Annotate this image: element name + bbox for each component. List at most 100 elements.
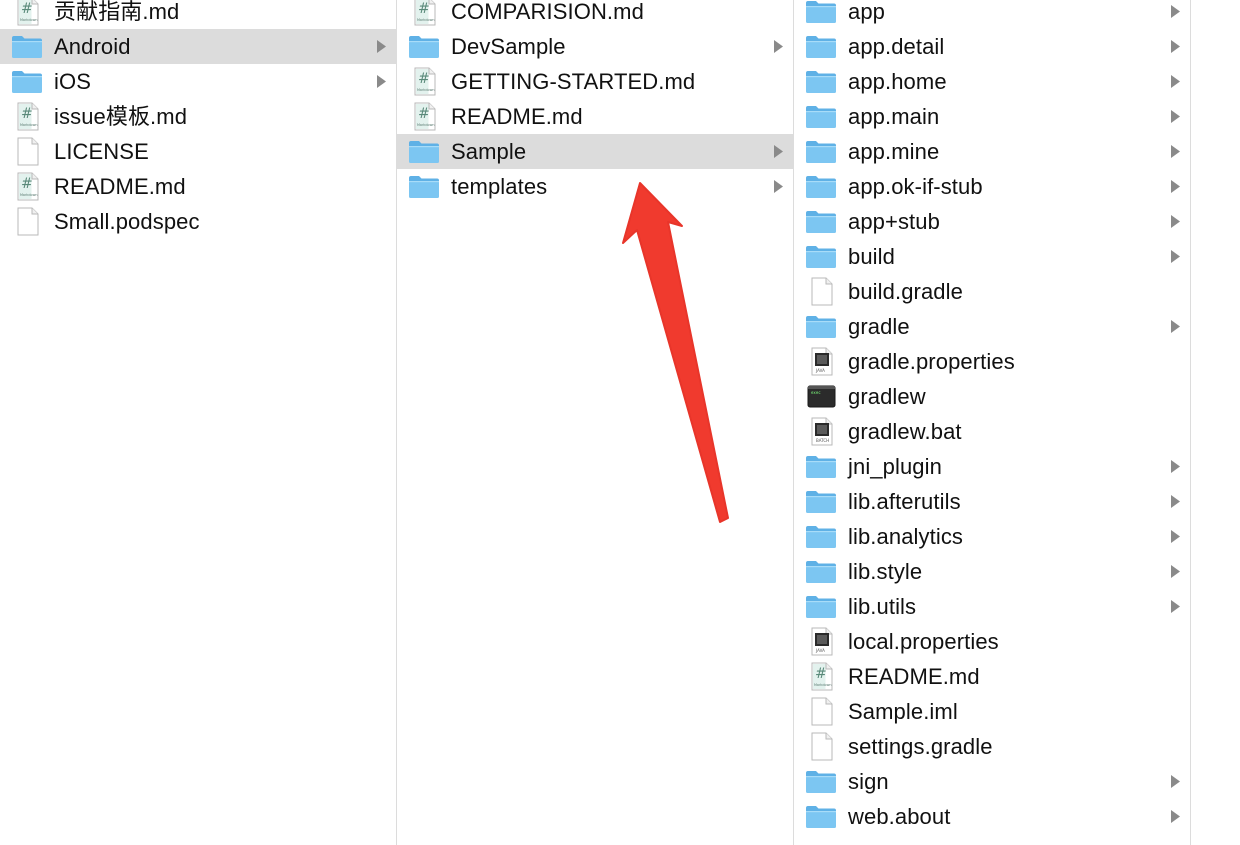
markdown-file-icon: # Markdown xyxy=(407,0,441,29)
item-name: GETTING-STARTED.md xyxy=(451,69,696,94)
column-3[interactable]: app app.detail app.home app.main app.mine app… xyxy=(794,0,1191,845)
chevron-right-icon[interactable] xyxy=(771,169,785,204)
item-name: DevSample xyxy=(451,34,566,59)
item-name: app.home xyxy=(848,69,947,94)
column-1[interactable]: # Markdown 贡献指南.md Android iOS # Markdown issue… xyxy=(0,0,397,845)
item-name: web.about xyxy=(848,804,951,829)
folder-icon xyxy=(804,169,838,204)
chevron-right-icon[interactable] xyxy=(1168,64,1182,99)
finder-column-browser: # Markdown 贡献指南.md Android iOS # Markdown issue… xyxy=(0,0,1240,845)
folder-row[interactable]: gradle xyxy=(794,309,1190,344)
item-name: lib.analytics xyxy=(848,524,964,549)
chevron-right-icon[interactable] xyxy=(1168,169,1182,204)
folder-row[interactable]: app.mine xyxy=(794,134,1190,169)
chevron-right-icon[interactable] xyxy=(1168,239,1182,274)
file-row[interactable]: # Markdown README.md xyxy=(397,99,793,134)
blank-file-icon xyxy=(804,274,838,309)
folder-icon xyxy=(804,554,838,589)
folder-icon xyxy=(804,134,838,169)
chevron-right-icon[interactable] xyxy=(374,64,388,99)
folder-icon xyxy=(804,799,838,834)
chevron-right-icon[interactable] xyxy=(1168,29,1182,64)
folder-row[interactable]: app.home xyxy=(794,64,1190,99)
folder-icon xyxy=(804,64,838,99)
column-4-empty xyxy=(1191,0,1240,845)
column-2-rows: # Markdown COMPARISION.md DevSample # Markdow… xyxy=(397,0,793,204)
file-row[interactable]: Sample.iml xyxy=(794,694,1190,729)
item-name: README.md xyxy=(451,104,583,129)
item-name: Sample.iml xyxy=(848,699,958,724)
chevron-right-icon[interactable] xyxy=(1168,204,1182,239)
chevron-right-icon[interactable] xyxy=(1168,554,1182,589)
file-row[interactable]: settings.gradle xyxy=(794,729,1190,764)
item-name: gradle xyxy=(848,314,910,339)
svg-text:exec: exec xyxy=(811,390,821,395)
svg-text:#: # xyxy=(815,666,827,682)
folder-row[interactable]: web.about xyxy=(794,799,1190,834)
chevron-right-icon[interactable] xyxy=(1168,589,1182,624)
item-name: iOS xyxy=(54,69,91,94)
chevron-right-icon[interactable] xyxy=(1168,99,1182,134)
folder-row[interactable]: DevSample xyxy=(397,29,793,64)
item-name: issue模板.md xyxy=(54,104,188,129)
file-row[interactable]: # Markdown 贡献指南.md xyxy=(0,0,396,29)
folder-icon xyxy=(804,99,838,134)
file-row[interactable]: JAVA gradle.properties xyxy=(794,344,1190,379)
blank-file-icon xyxy=(10,134,44,169)
item-name: build xyxy=(848,244,895,269)
folder-row[interactable]: lib.afterutils xyxy=(794,484,1190,519)
folder-row[interactable]: app.ok-if-stub xyxy=(794,169,1190,204)
folder-row[interactable]: lib.style xyxy=(794,554,1190,589)
item-name: README.md xyxy=(848,664,980,689)
folder-row[interactable]: app.main xyxy=(794,99,1190,134)
chevron-right-icon[interactable] xyxy=(1168,799,1182,834)
chevron-right-icon[interactable] xyxy=(1168,309,1182,344)
blank-file-icon xyxy=(804,694,838,729)
file-row[interactable]: JAVA local.properties xyxy=(794,624,1190,659)
item-name: app.detail xyxy=(848,34,945,59)
item-name: build.gradle xyxy=(848,279,963,304)
chevron-right-icon[interactable] xyxy=(1168,484,1182,519)
chevron-right-icon[interactable] xyxy=(1168,449,1182,484)
chevron-right-icon[interactable] xyxy=(1168,0,1182,29)
markdown-file-icon: # Markdown xyxy=(407,64,441,99)
chevron-right-icon[interactable] xyxy=(1168,134,1182,169)
folder-row[interactable]: app+stub xyxy=(794,204,1190,239)
item-name: settings.gradle xyxy=(848,734,993,759)
chevron-right-icon[interactable] xyxy=(771,134,785,169)
file-row[interactable]: LICENSE xyxy=(0,134,396,169)
file-row[interactable]: # Markdown issue模板.md xyxy=(0,99,396,134)
item-name: gradlew xyxy=(848,384,926,409)
chevron-right-icon[interactable] xyxy=(771,29,785,64)
folder-row[interactable]: Sample xyxy=(397,134,793,169)
folder-row[interactable]: sign xyxy=(794,764,1190,799)
file-row[interactable]: # Markdown COMPARISION.md xyxy=(397,0,793,29)
folder-row[interactable]: templates xyxy=(397,169,793,204)
file-row[interactable]: exec gradlew xyxy=(794,379,1190,414)
chevron-right-icon[interactable] xyxy=(1168,519,1182,554)
item-name: Android xyxy=(54,34,131,59)
folder-row[interactable]: lib.utils xyxy=(794,589,1190,624)
folder-icon xyxy=(804,29,838,64)
folder-row[interactable]: build xyxy=(794,239,1190,274)
folder-row[interactable]: iOS xyxy=(0,64,396,99)
file-row[interactable]: BATCH gradlew.bat xyxy=(794,414,1190,449)
folder-row[interactable]: app.detail xyxy=(794,29,1190,64)
file-row[interactable]: # Markdown GETTING-STARTED.md xyxy=(397,64,793,99)
item-name: lib.style xyxy=(848,559,923,584)
column-2[interactable]: # Markdown COMPARISION.md DevSample # Markdow… xyxy=(397,0,794,845)
chevron-right-icon[interactable] xyxy=(1168,764,1182,799)
java-file-icon: JAVA xyxy=(804,344,838,379)
folder-row[interactable]: Android xyxy=(0,29,396,64)
folder-row[interactable]: lib.analytics xyxy=(794,519,1190,554)
file-row[interactable]: # Markdown README.md xyxy=(794,659,1190,694)
folder-row[interactable]: app xyxy=(794,0,1190,29)
folder-row[interactable]: jni_plugin xyxy=(794,449,1190,484)
item-name: lib.afterutils xyxy=(848,489,961,514)
file-row[interactable]: # Markdown README.md xyxy=(0,169,396,204)
file-row[interactable]: build.gradle xyxy=(794,274,1190,309)
chevron-right-icon[interactable] xyxy=(374,29,388,64)
file-row[interactable]: Small.podspec xyxy=(0,204,396,239)
markdown-file-icon: # Markdown xyxy=(10,99,44,134)
svg-text:#: # xyxy=(21,106,33,122)
